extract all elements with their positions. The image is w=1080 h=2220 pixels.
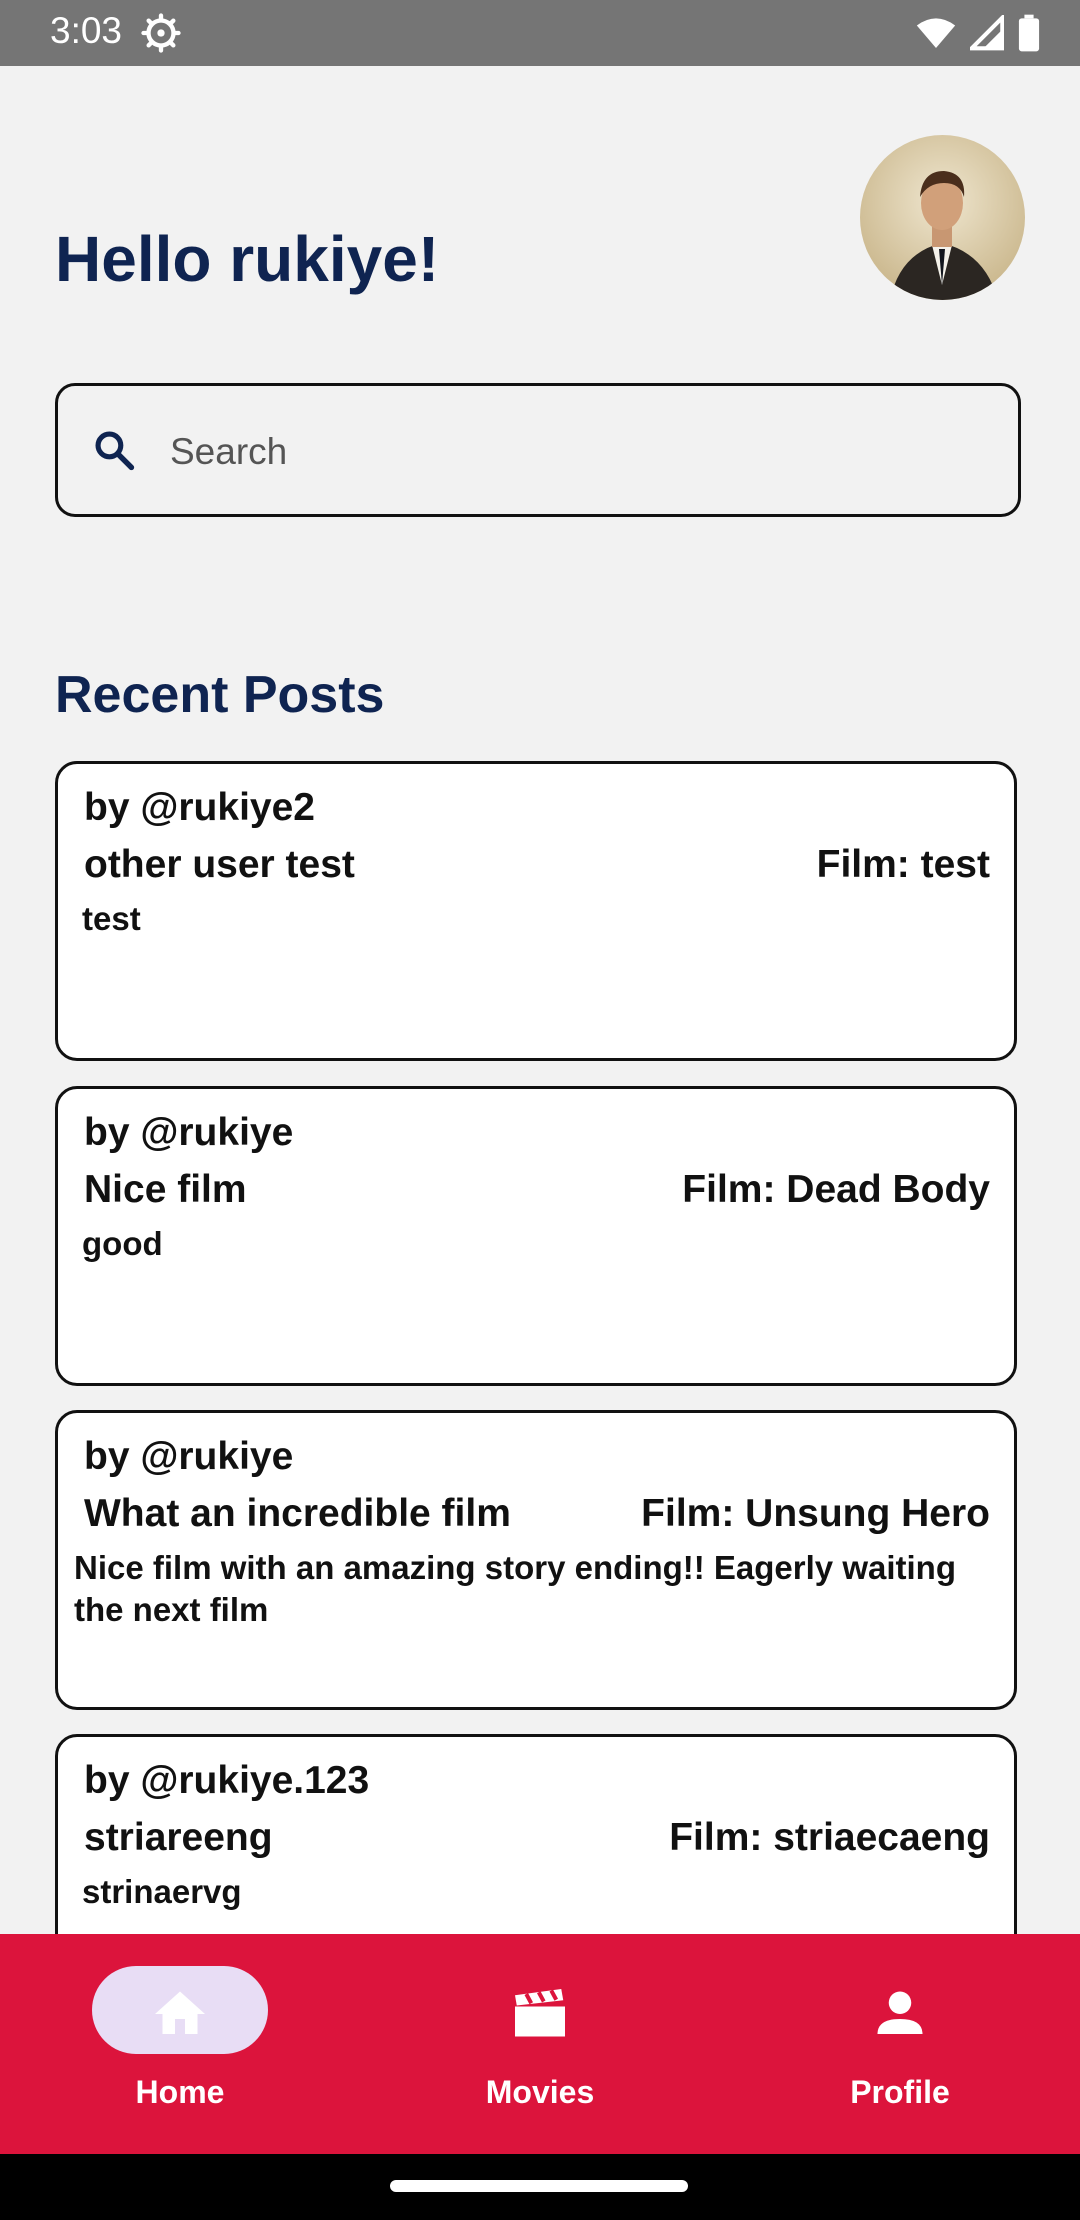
system-gesture-bar	[0, 2154, 1080, 2220]
wifi-icon	[916, 15, 956, 56]
post-title: Nice film	[84, 1168, 247, 1211]
home-icon	[150, 1984, 210, 2044]
greeting-title: Hello rukiye!	[55, 223, 440, 295]
search-icon	[92, 428, 136, 477]
post-title: striareeng	[84, 1816, 273, 1859]
post-film: Film: Unsung Hero	[641, 1492, 990, 1535]
nav-home-label: Home	[135, 2074, 225, 2110]
post-film: Film: Dead Body	[682, 1168, 990, 1211]
settings-gear-icon	[141, 13, 181, 58]
gesture-handle[interactable]	[390, 2180, 688, 2192]
recent-posts-title: Recent Posts	[55, 666, 385, 724]
battery-icon	[1018, 14, 1040, 57]
post-author: by @rukiye2	[84, 786, 315, 829]
post-card[interactable]: by @rukiye Nice film Film: Dead Body goo…	[55, 1086, 1017, 1386]
post-title: What an incredible film	[84, 1492, 511, 1535]
search-bar[interactable]	[55, 383, 1021, 517]
post-author: by @rukiye	[84, 1111, 294, 1154]
post-film: Film: test	[816, 843, 990, 886]
avatar[interactable]	[860, 135, 1025, 300]
nav-profile-label: Profile	[850, 2074, 950, 2110]
person-icon	[870, 1984, 930, 2044]
post-card[interactable]: by @rukiye2 other user test Film: test t…	[55, 761, 1017, 1061]
post-card[interactable]: by @rukiye What an incredible film Film:…	[55, 1410, 1017, 1710]
post-body: Nice film with an amazing story ending!!…	[74, 1549, 956, 1628]
signal-icon	[966, 12, 1005, 56]
nav-movies[interactable]: Movies	[360, 1934, 720, 2154]
status-bar: 3:03	[0, 0, 1080, 66]
post-author: by @rukiye.123	[84, 1759, 370, 1802]
bottom-nav: Home Movies Profile	[0, 1934, 1080, 2154]
nav-movies-label: Movies	[485, 2074, 595, 2110]
clapperboard-icon	[510, 1984, 570, 2044]
post-author: by @rukiye	[84, 1435, 294, 1478]
status-time: 3:03	[50, 10, 123, 51]
post-body: test	[82, 900, 141, 937]
post-film: Film: striaecaeng	[669, 1816, 990, 1859]
post-body: good	[82, 1225, 163, 1262]
post-body: strinaervg	[82, 1873, 242, 1910]
nav-profile[interactable]: Profile	[720, 1934, 1080, 2154]
post-title: other user test	[84, 843, 355, 886]
search-input[interactable]	[168, 416, 992, 488]
nav-home[interactable]: Home	[0, 1934, 360, 2154]
